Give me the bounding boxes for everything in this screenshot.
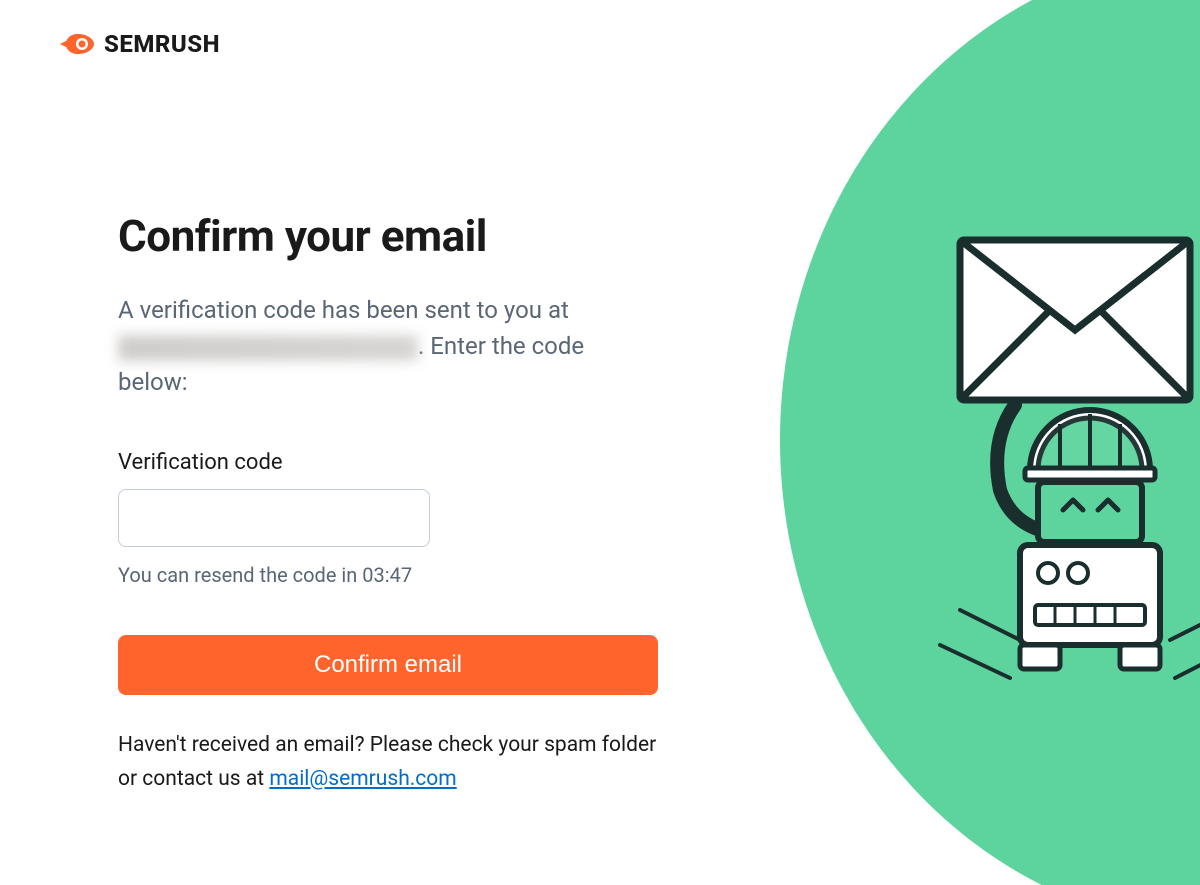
confirm-email-button[interactable]: Confirm email (118, 635, 658, 695)
resend-timer-value: 03:47 (362, 563, 412, 587)
verification-code-input[interactable] (118, 489, 430, 547)
resend-timer-text: You can resend the code in 03:47 (118, 563, 658, 587)
help-text: Haven't received an email? Please check … (118, 729, 658, 796)
description-text: A verification code has been sent to you… (118, 292, 658, 400)
redacted-email (118, 335, 418, 361)
semrush-flame-icon (60, 32, 96, 56)
description-prefix: A verification code has been sent to you… (118, 296, 569, 324)
illustration-panel (760, 0, 1200, 885)
contact-email-link[interactable]: mail@semrush.com (269, 767, 456, 791)
verification-code-label: Verification code (118, 450, 658, 475)
page-title: Confirm your email (118, 210, 658, 262)
robot-envelope-illustration (890, 210, 1200, 710)
brand-name: SEMRUSH (104, 30, 220, 58)
resend-prefix: You can resend the code in (118, 563, 362, 587)
main-content: Confirm your email A verification code h… (118, 210, 658, 796)
brand-logo: SEMRUSH (60, 30, 220, 58)
